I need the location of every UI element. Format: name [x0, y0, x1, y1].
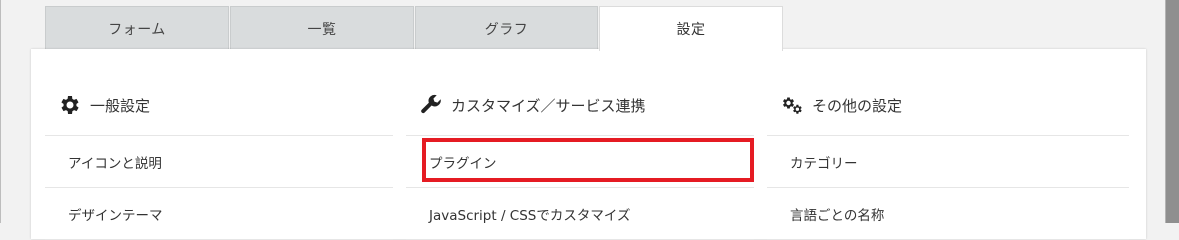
tab-form[interactable]: フォーム [45, 6, 229, 50]
other-settings-title: その他の設定 [812, 96, 903, 115]
customize-header: カスタマイズ／サービス連携 [406, 49, 754, 136]
menu-item-design-theme[interactable]: デザインテーマ [45, 188, 393, 240]
menu-item-language-names[interactable]: 言語ごとの名称 [767, 188, 1129, 240]
general-settings-header: 一般設定 [45, 49, 393, 136]
tab-settings[interactable]: 設定 [599, 6, 783, 51]
menu-item-category[interactable]: カテゴリー [767, 136, 1129, 188]
other-settings-header: その他の設定 [767, 49, 1129, 136]
tab-graph[interactable]: グラフ [415, 6, 598, 50]
tab-bar: フォーム 一覧 グラフ 設定 [45, 6, 784, 51]
customize-title: カスタマイズ／サービス連携 [451, 96, 646, 115]
wrench-icon [421, 94, 441, 114]
gears-icon [783, 97, 802, 114]
general-settings-column: 一般設定 アイコンと説明 デザインテーマ [45, 49, 393, 240]
settings-panel: 一般設定 アイコンと説明 デザインテーマ カスタマイズ／サービス連携 プラグイン… [31, 49, 1146, 240]
menu-item-js-css-customize[interactable]: JavaScript / CSSでカスタマイズ [406, 188, 754, 240]
menu-item-plugins[interactable]: プラグイン [406, 136, 754, 188]
menu-item-icon-description[interactable]: アイコンと説明 [45, 136, 393, 188]
customize-column: カスタマイズ／サービス連携 プラグイン JavaScript / CSSでカスタ… [406, 49, 754, 240]
general-settings-title: 一般設定 [90, 96, 151, 115]
gear-icon [61, 96, 79, 114]
other-settings-column: その他の設定 カテゴリー 言語ごとの名称 [767, 49, 1129, 240]
window-left-edge [0, 0, 1, 223]
tab-list[interactable]: 一覧 [230, 6, 414, 50]
scrollbar[interactable] [1165, 0, 1179, 223]
